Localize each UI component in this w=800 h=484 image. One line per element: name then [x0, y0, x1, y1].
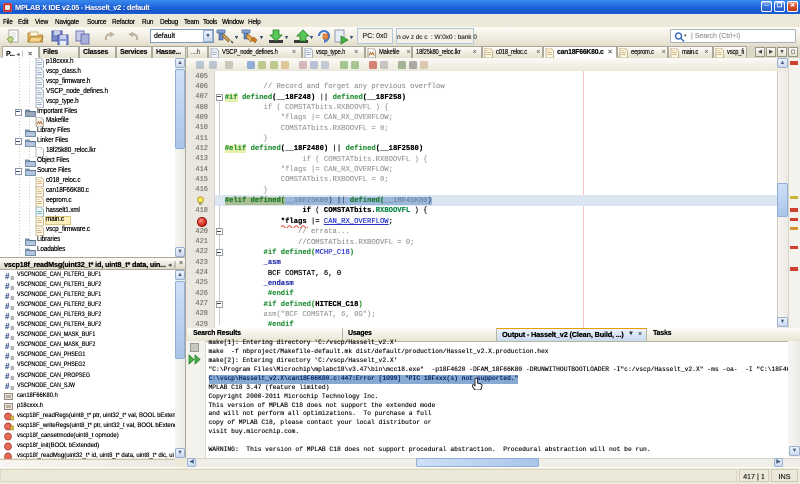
svg-text:▾: ▾: [310, 35, 313, 41]
svg-text:▾: ▾: [350, 35, 353, 41]
svg-text:#: #: [5, 302, 10, 310]
svg-text:#: #: [5, 272, 10, 280]
svg-text:#: #: [5, 322, 10, 330]
svg-text:#: #: [5, 312, 10, 320]
svg-text:▾: ▾: [260, 35, 263, 41]
svg-text:#: #: [5, 382, 10, 390]
svg-text:#: #: [5, 372, 10, 380]
svg-text:#: #: [5, 292, 10, 300]
svg-text:#: #: [5, 362, 10, 370]
svg-text:#: #: [5, 342, 10, 350]
svg-text:#: #: [5, 332, 10, 340]
svg-text:▾: ▾: [235, 35, 238, 41]
svg-text:#: #: [5, 282, 10, 290]
svg-text:#: #: [5, 352, 10, 360]
svg-text:▾: ▾: [285, 35, 288, 41]
